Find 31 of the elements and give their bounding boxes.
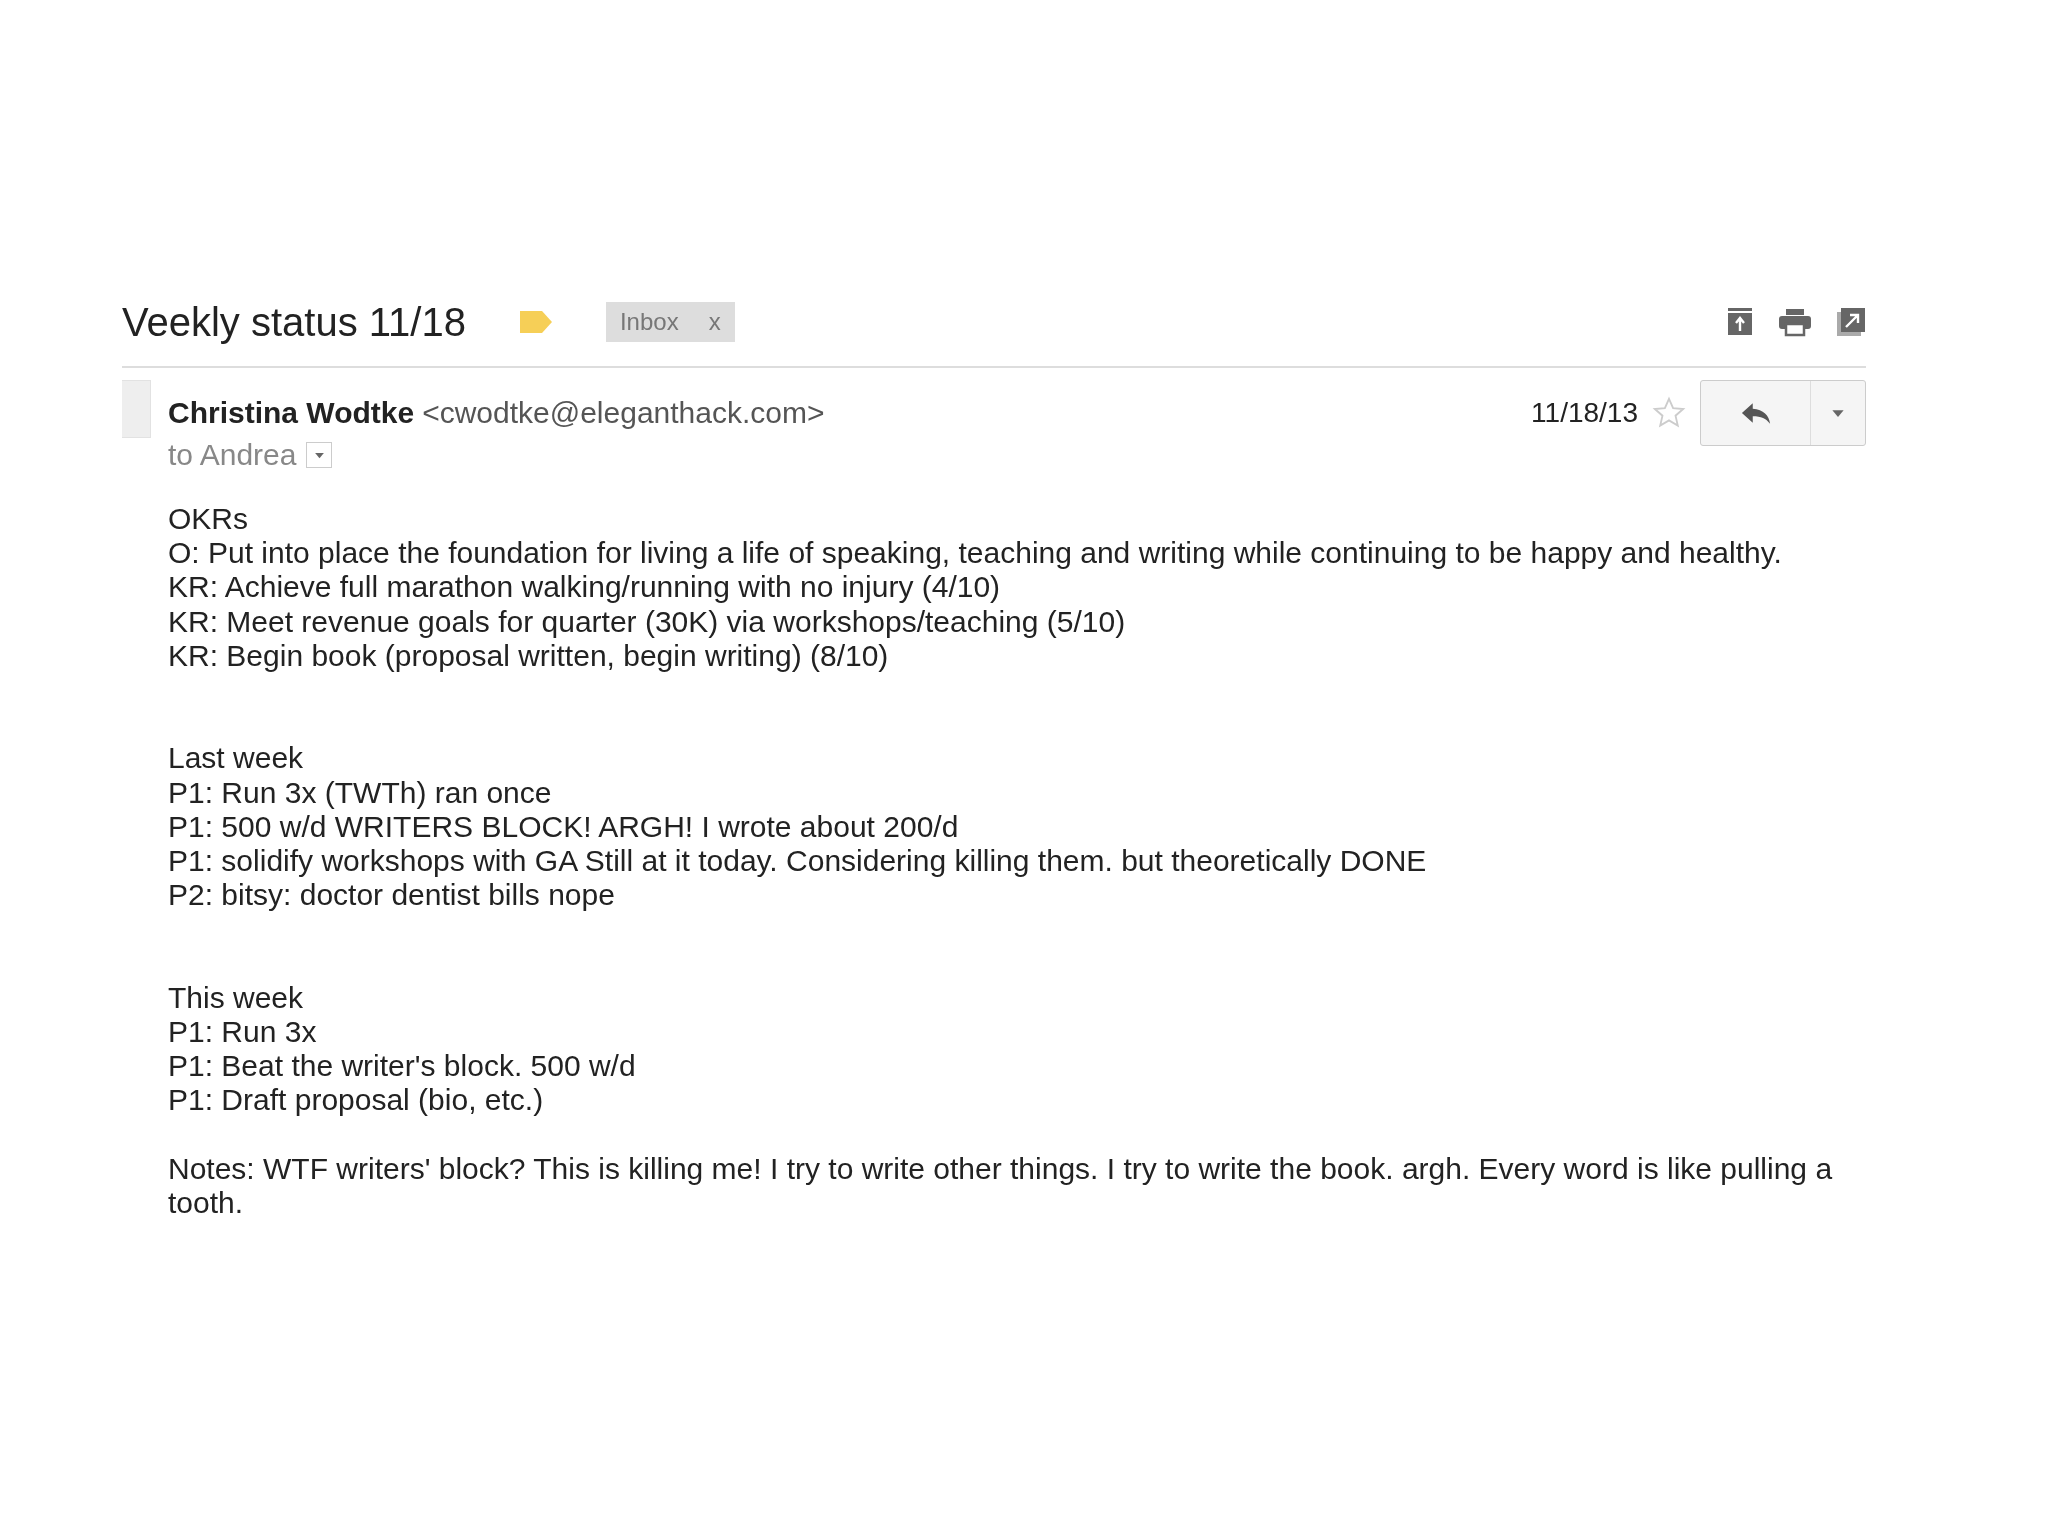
recipient-text: to Andrea: [168, 438, 297, 472]
sender-name: Christina Wodtke: [168, 396, 415, 429]
message-date: 11/18/13: [1531, 397, 1638, 429]
body-text: This week: [168, 980, 305, 1015]
new-window-icon[interactable]: [1836, 307, 1866, 337]
print-icon[interactable]: [1778, 307, 1812, 337]
body-text: P2: bitsy: doctor dentist bills nope: [168, 878, 616, 913]
label-icon: [517, 309, 554, 335]
body-text: P1: 500 w/d WRITERS BLOCK! ARGH! I wrote about 200/d: [168, 809, 960, 844]
inbox-label: Inbox x: [605, 302, 735, 342]
caret-icon: [1831, 408, 1845, 418]
star-icon[interactable]: [1652, 396, 1686, 430]
avatar: [122, 380, 151, 438]
details-dropdown[interactable]: [306, 442, 333, 468]
body-text: Notes: WTF writers' block? This is killing me! I try to write other things. I try to write the book. argh. Every word is like pulling a tooth.: [168, 1151, 1834, 1221]
body-text: OKRs: [168, 502, 249, 537]
body-text: P1: Draft proposal (bio, etc.): [168, 1083, 545, 1118]
body-text: P1: Beat the writer's block. 500 w/d: [168, 1049, 637, 1084]
body-text: KR: Meet revenue goals for quarter (30K) via workshops/teaching (5/10): [168, 604, 1127, 639]
caret-icon: [313, 451, 325, 459]
remove-label-button[interactable]: x: [708, 308, 721, 336]
archive-icon[interactable]: [1726, 307, 1754, 337]
body-text: KR: Begin book (proposal written, begin writing) (8/10): [168, 638, 890, 673]
body-text: Last week: [168, 741, 305, 776]
sender-email: <cwodtke@eleganthack.com>: [422, 396, 825, 429]
body-text: O: Put into place the foundation for living a life of speaking, teaching and writing while continuing to be happy and healthy.: [168, 536, 1783, 571]
email-subject: Veekly status 11/18: [122, 299, 466, 345]
body-text: P1: solidify workshops with GA Still at it today. Considering killing them. but theoretically DONE: [168, 844, 1428, 879]
body-text: P1: Run 3x: [168, 1015, 318, 1050]
body-text: KR: Achieve full marathon walking/running with no injury (4/10): [168, 570, 1002, 605]
body-text: P1: Run 3x (TWTh) ran once: [168, 775, 553, 810]
